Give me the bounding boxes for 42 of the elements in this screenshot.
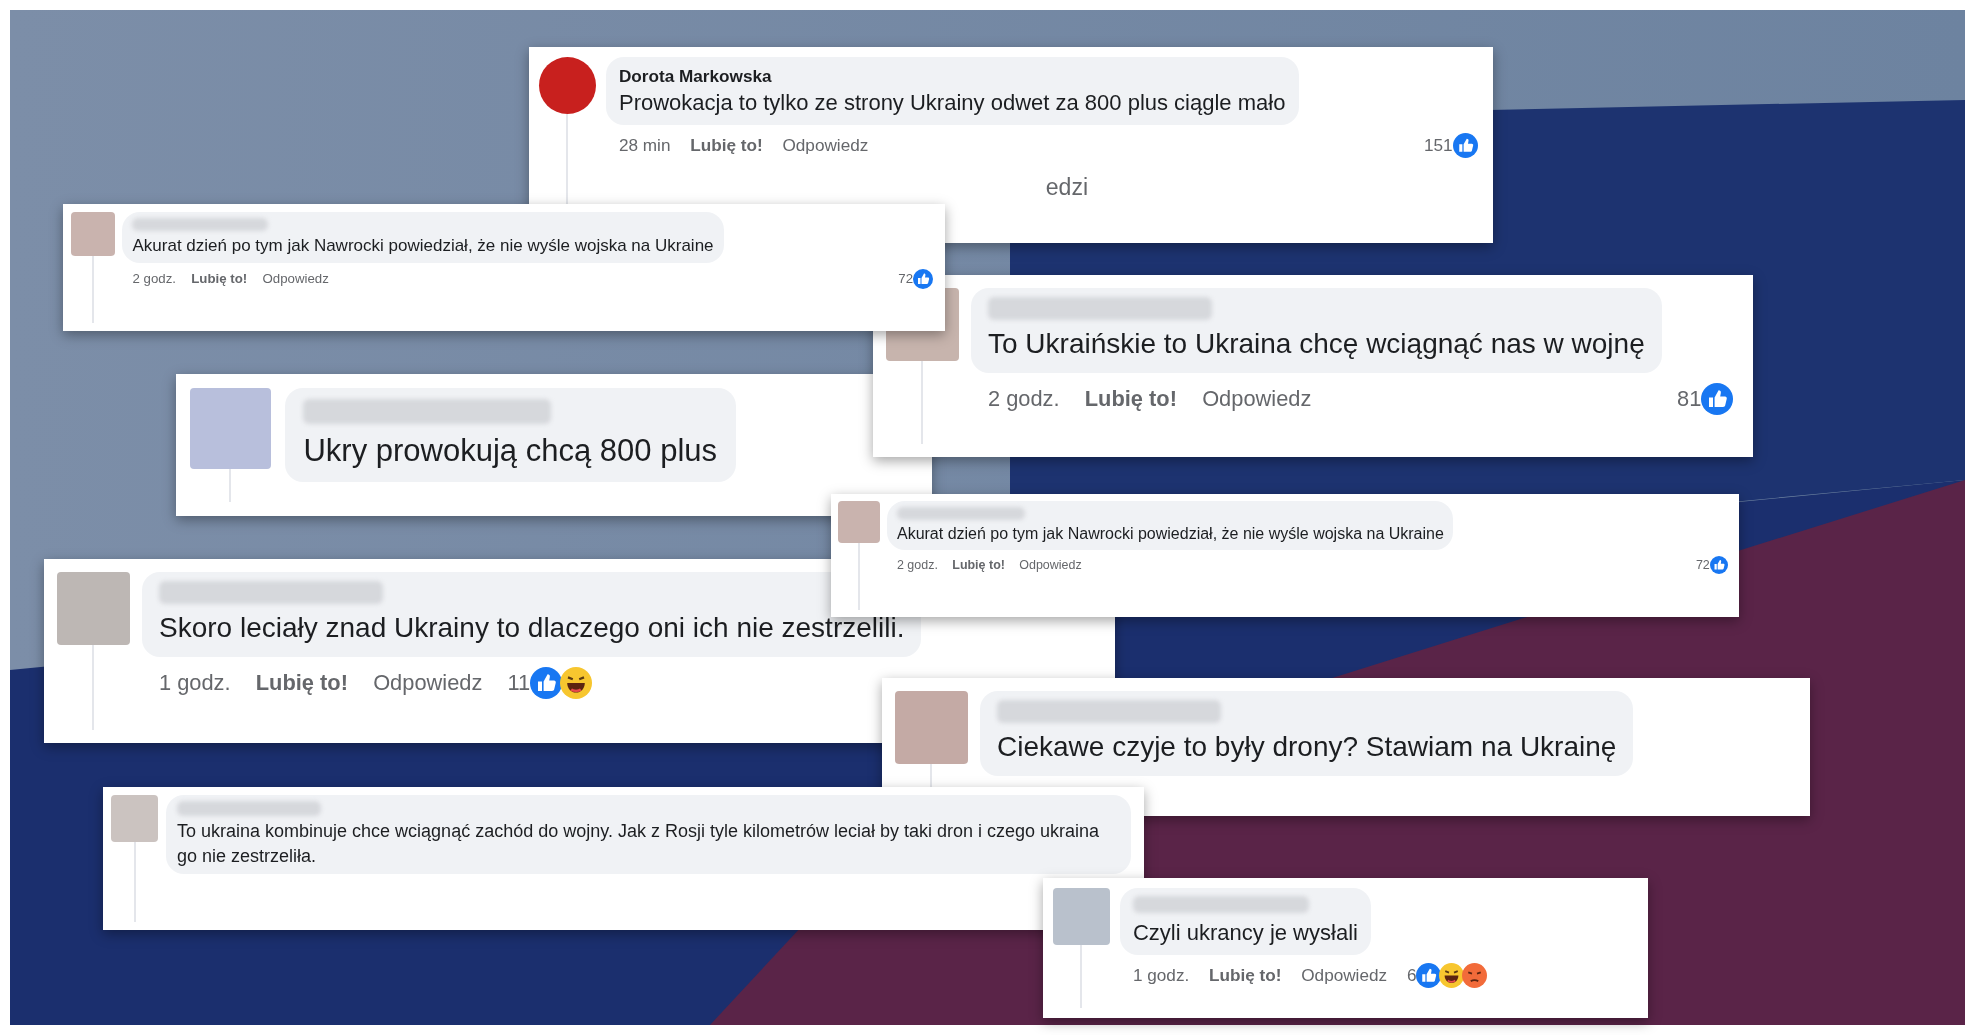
- comment-text: Ukry prowokują chcą 800 plus: [303, 431, 717, 470]
- avatar-placeholder[interactable]: [838, 501, 881, 544]
- like-link[interactable]: Lubię to!: [952, 555, 1005, 575]
- reaction-count[interactable]: 81: [1677, 382, 1702, 416]
- avatar-placeholder[interactable]: [1052, 887, 1110, 945]
- comment-text: Skoro leciały znad Ukrainy to dlaczego oni ich nie zestrzelili.: [159, 611, 905, 646]
- reaction-count[interactable]: 6: [1406, 962, 1417, 989]
- comment-text: Prowokacja to tylko ze strony Ukrainy odwet za 800 plus ciągle mało: [618, 88, 1286, 117]
- avatar-placeholder[interactable]: [111, 795, 159, 843]
- like-link[interactable]: Lubię to!: [1209, 962, 1282, 989]
- reply-link[interactable]: Odpowiedz: [1019, 555, 1082, 575]
- comment-time[interactable]: 2 godz.: [988, 382, 1060, 416]
- like-link[interactable]: Lubię to!: [1084, 382, 1177, 416]
- like-link[interactable]: Lubię to!: [255, 666, 348, 700]
- comment-time[interactable]: 2 godz.: [896, 555, 938, 575]
- like-link[interactable]: Lubię to!: [191, 269, 248, 290]
- like-link[interactable]: Lubię to!: [690, 132, 763, 159]
- reply-link[interactable]: Odpowiedz: [1301, 962, 1388, 989]
- reaction-count[interactable]: 72: [1695, 555, 1710, 575]
- reply-link[interactable]: Odpowiedz: [262, 269, 329, 290]
- comment-text: Akurat dzień po tym jak Nawrocki powiedział, że nie wyśle wojska na Ukraine: [132, 234, 714, 257]
- view-replies-link[interactable]: edzi: [1045, 169, 1478, 205]
- comment-text: Czyli ukrancy je wysłali: [1132, 918, 1358, 947]
- avatar-placeholder[interactable]: [70, 211, 115, 256]
- commenter-name[interactable]: Dorota Markowska: [618, 64, 1286, 88]
- comment-text: To Ukraińskie to Ukraina chcę wciągnąć nas w wojnę: [988, 327, 1645, 362]
- comment-time[interactable]: 28 min: [618, 132, 671, 159]
- avatar-placeholder[interactable]: [189, 387, 271, 469]
- comment-time[interactable]: 1 godz.: [159, 666, 231, 700]
- avatar-placeholder[interactable]: [56, 571, 130, 645]
- comment-text: Ciekawe czyje to były drony? Stawiam na Ukrainę: [997, 730, 1617, 765]
- comment-text: Akurat dzień po tym jak Nawrocki powiedział, że nie wyśle wojska na Ukraine: [896, 523, 1444, 544]
- reply-link[interactable]: Odpowiedz: [1202, 382, 1312, 416]
- comment-time[interactable]: 1 godz.: [1132, 962, 1190, 989]
- avatar-placeholder[interactable]: [894, 690, 968, 764]
- reaction-count[interactable]: 11: [507, 666, 531, 700]
- comment-text: To ukraina kombinuje chce wciągnąć zachód do wojny. Jak z Rosji tyle kilometrów leciał by taki dron i czego ukraina go nie zestrzeliła.: [177, 820, 1101, 868]
- reply-link[interactable]: Odpowiedz: [782, 132, 869, 159]
- comment-time[interactable]: 2 godz.: [132, 269, 176, 290]
- reaction-count[interactable]: 151: [1423, 132, 1453, 159]
- reply-link[interactable]: Odpowiedz: [373, 666, 483, 700]
- reaction-count[interactable]: 72: [898, 269, 914, 290]
